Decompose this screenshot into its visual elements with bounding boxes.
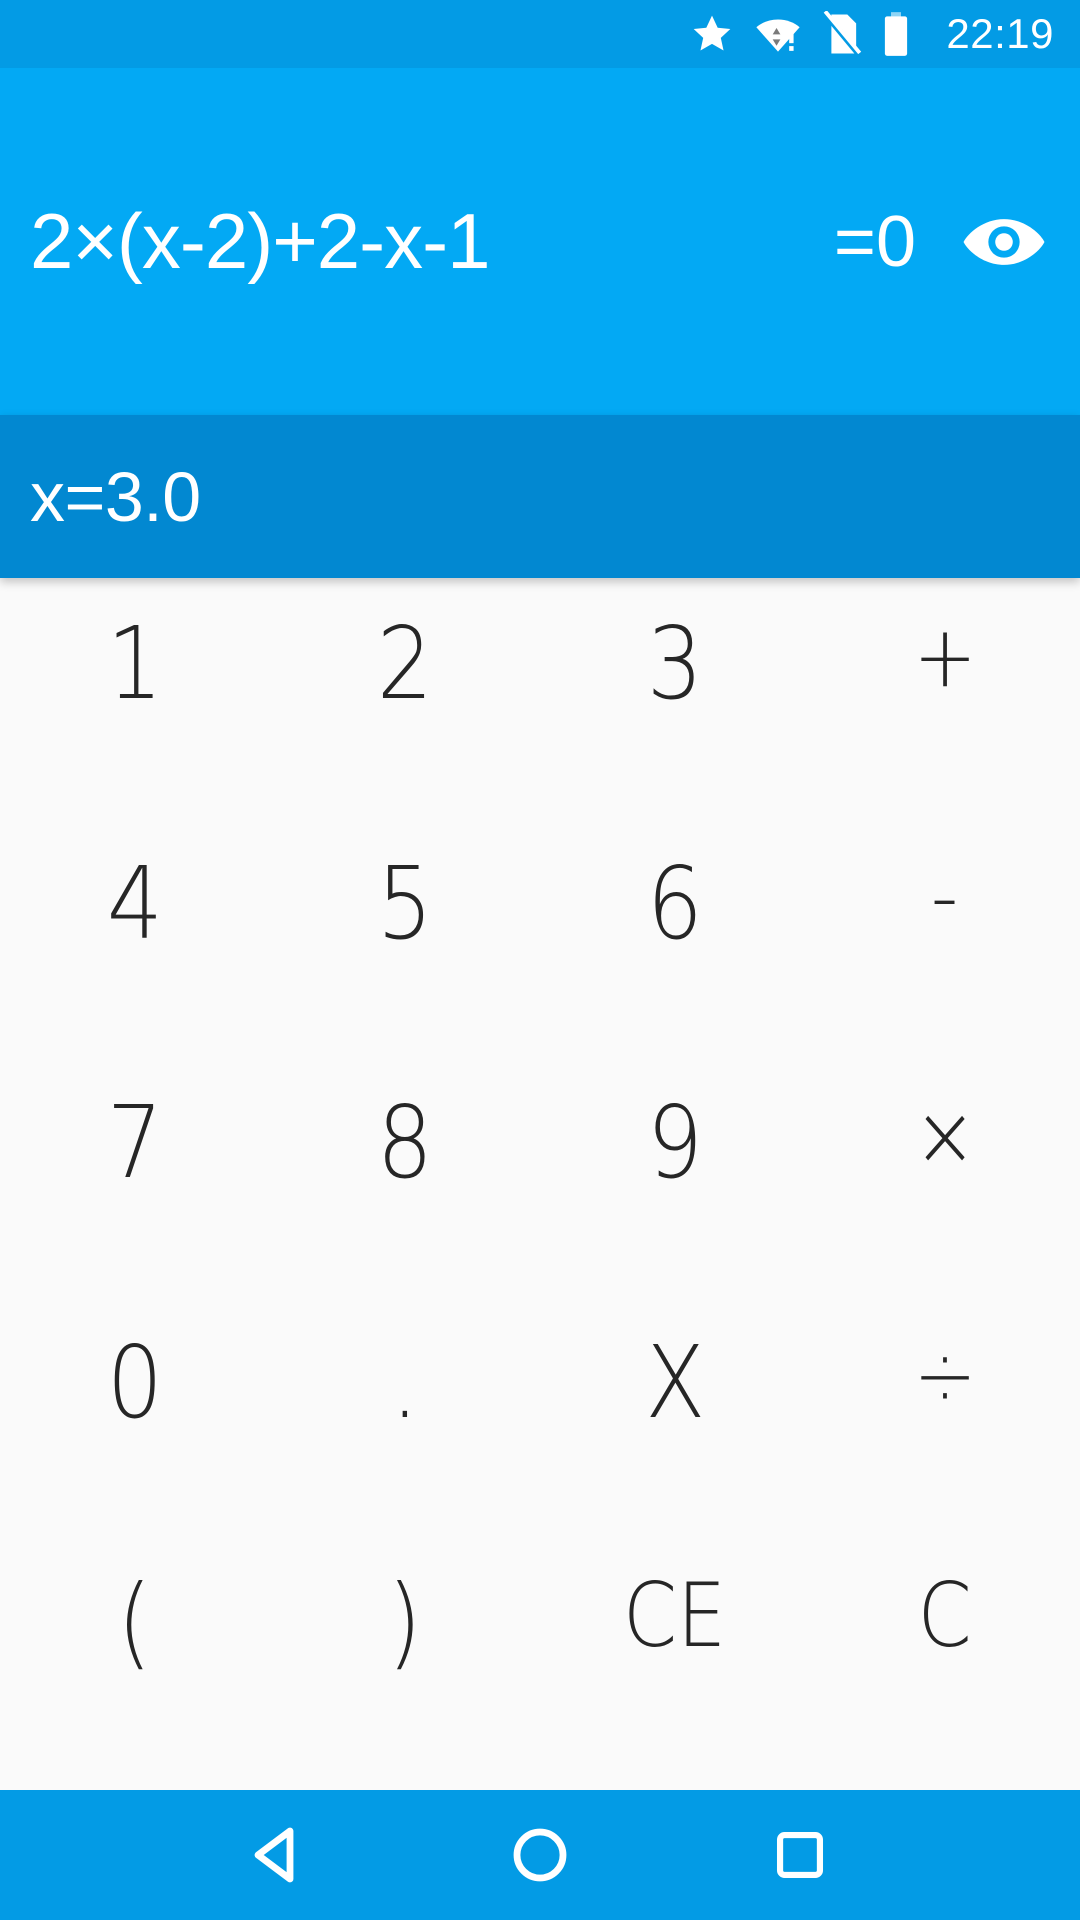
- status-bar: 22:19: [0, 0, 1080, 68]
- wifi-warning-icon: [754, 12, 802, 56]
- keypad: 1 2 3 + 4 5 6 - 7 8 9 × 0 . X ÷ ( ) CE C: [0, 578, 1080, 1790]
- key-clear-entry-label: CE: [623, 1564, 727, 1668]
- key-4-label: 4: [107, 844, 163, 962]
- keypad-row-3: 7 8 9 ×: [0, 1071, 1080, 1311]
- key-7[interactable]: 7: [0, 1071, 270, 1311]
- key-3[interactable]: 3: [540, 592, 810, 832]
- key-5-label: 5: [377, 844, 433, 962]
- key-0[interactable]: 0: [0, 1311, 270, 1551]
- key-minus[interactable]: -: [810, 832, 1080, 1072]
- key-plus-label: +: [913, 607, 977, 707]
- key-clear-entry[interactable]: CE: [540, 1550, 810, 1790]
- key-multiply[interactable]: ×: [810, 1071, 1080, 1311]
- key-6-label: 6: [647, 844, 703, 962]
- key-5[interactable]: 5: [270, 832, 540, 1072]
- eye-icon[interactable]: [962, 212, 1046, 272]
- key-clear[interactable]: C: [810, 1550, 1080, 1790]
- back-icon[interactable]: [220, 1795, 340, 1915]
- key-plus[interactable]: +: [810, 592, 1080, 832]
- result-text: x=3.0: [30, 457, 201, 536]
- key-open-paren-label: (: [117, 1563, 153, 1681]
- key-divide-label: ÷: [913, 1325, 977, 1426]
- no-sim-icon: [822, 10, 863, 58]
- key-close-paren-label: ): [387, 1563, 423, 1681]
- key-2-label: 2: [377, 605, 433, 722]
- result-bar: x=3.0: [0, 415, 1080, 578]
- status-bar-clock: 22:19: [946, 10, 1054, 57]
- keypad-row-4: 0 . X ÷: [0, 1311, 1080, 1551]
- key-8-label: 8: [377, 1084, 433, 1202]
- key-9-label: 9: [647, 1084, 703, 1202]
- key-divide[interactable]: ÷: [810, 1311, 1080, 1551]
- key-multiply-label: ×: [913, 1086, 977, 1187]
- keypad-row-5: ( ) CE C: [0, 1550, 1080, 1790]
- key-2[interactable]: 2: [270, 592, 540, 832]
- status-bar-icons: 22:19: [690, 10, 1054, 58]
- key-close-paren[interactable]: ): [270, 1550, 540, 1790]
- key-variable-x[interactable]: X: [540, 1311, 810, 1551]
- key-4[interactable]: 4: [0, 832, 270, 1072]
- key-clear-label: C: [917, 1564, 973, 1668]
- android-navigation-bar: [0, 1790, 1080, 1920]
- expression-text[interactable]: 2×(x-2)+2-x-1: [30, 196, 834, 287]
- key-variable-x-label: X: [644, 1323, 706, 1441]
- battery-icon: [882, 11, 910, 57]
- key-open-paren[interactable]: (: [0, 1550, 270, 1790]
- home-icon[interactable]: [480, 1795, 600, 1915]
- expression-panel[interactable]: 2×(x-2)+2-x-1 =0: [0, 68, 1080, 415]
- key-0-label: 0: [107, 1323, 163, 1441]
- expression-equals-zero: =0: [833, 201, 916, 282]
- key-minus-label: -: [931, 846, 959, 947]
- keypad-row-2: 4 5 6 -: [0, 832, 1080, 1072]
- key-9[interactable]: 9: [540, 1071, 810, 1311]
- key-8[interactable]: 8: [270, 1071, 540, 1311]
- key-1[interactable]: 1: [0, 592, 270, 832]
- key-1-label: 1: [107, 605, 163, 722]
- key-3-label: 3: [647, 605, 703, 722]
- keypad-row-1: 1 2 3 +: [0, 592, 1080, 832]
- key-decimal-label: .: [391, 1323, 419, 1441]
- key-6[interactable]: 6: [540, 832, 810, 1072]
- key-7-label: 7: [107, 1084, 163, 1202]
- recents-icon[interactable]: [740, 1795, 860, 1915]
- key-decimal[interactable]: .: [270, 1311, 540, 1551]
- calculator-app-screen: 22:19 2×(x-2)+2-x-1 =0 x=3.0 1 2 3 + 4 5…: [0, 0, 1080, 1920]
- star-icon: [690, 12, 734, 56]
